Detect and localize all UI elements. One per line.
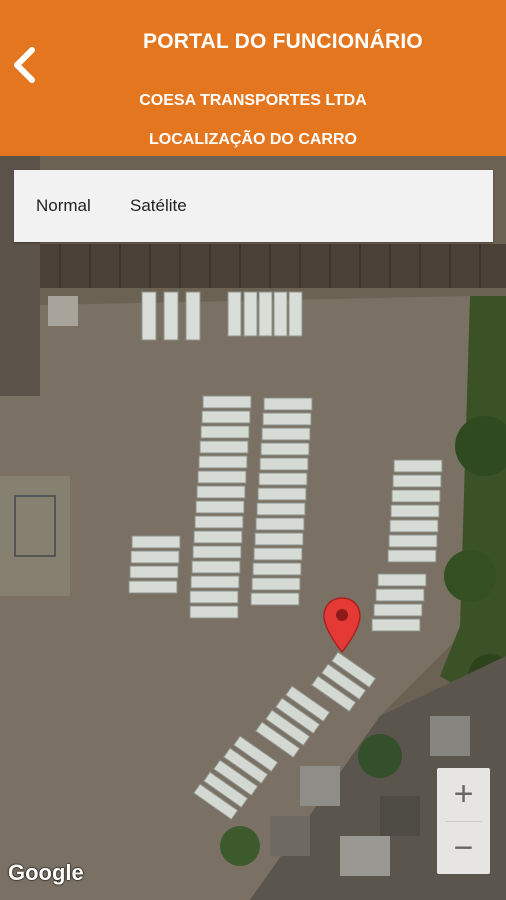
zoom-out-button[interactable]: − — [437, 822, 490, 875]
back-button[interactable] — [10, 46, 40, 84]
map-type-normal[interactable]: Normal — [36, 196, 91, 216]
map-imagery — [0, 156, 506, 900]
page-title: PORTAL DO FUNCIONÁRIO — [143, 30, 423, 53]
satellite-map[interactable]: Normal Satélite + − Google — [0, 156, 506, 900]
app-header: PORTAL DO FUNCIONÁRIO COESA TRANSPORTES … — [0, 0, 506, 156]
company-name: COESA TRANSPORTES LTDA — [139, 92, 367, 109]
map-type-toggle: Normal Satélite — [14, 170, 493, 242]
car-location-marker[interactable] — [322, 596, 362, 661]
zoom-in-button[interactable]: + — [437, 768, 490, 821]
zoom-controls: + − — [437, 768, 490, 874]
page-subtitle: LOCALIZAÇÃO DO CARRO — [149, 131, 357, 148]
chevron-left-icon — [14, 47, 35, 83]
map-pin-icon — [323, 597, 361, 654]
google-logo: Google — [8, 860, 84, 885]
map-type-satellite[interactable]: Satélite — [130, 196, 187, 216]
